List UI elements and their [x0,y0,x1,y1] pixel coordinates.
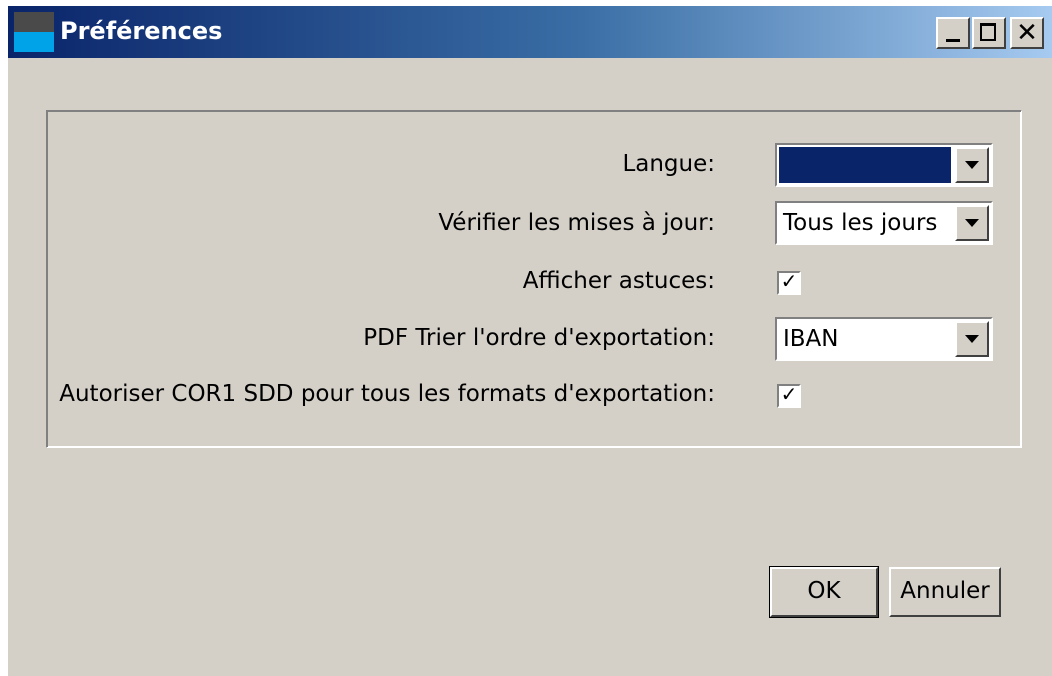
tips-checkbox[interactable]: ✓ [777,269,801,295]
tips-label: Afficher astuces: [522,268,715,294]
cor1-checkbox[interactable]: ✓ [777,382,801,408]
chevron-down-icon [965,335,979,343]
updates-select[interactable]: Tous les jours [775,201,993,245]
pdf-sort-select[interactable]: IBAN [775,317,993,361]
app-icon [14,12,54,52]
updates-label: Vérifier les mises à jour: [438,210,715,236]
updates-select-value: Tous les jours [783,210,938,236]
close-icon: ✕ [1016,18,1038,48]
updates-dropdown-button[interactable] [955,205,989,241]
preferences-dialog: Préférences ✕ Langue: Vérifier les mises… [8,6,1052,676]
cor1-label: Autoriser COR1 SDD pour tous les formats… [59,381,715,407]
minimize-icon [946,39,960,42]
language-select-value [779,147,951,183]
maximize-button[interactable] [972,17,1006,49]
pdf-sort-dropdown-button[interactable] [955,321,989,357]
language-dropdown-button[interactable] [955,147,989,183]
maximize-icon [980,23,996,41]
chevron-down-icon [965,219,979,227]
window-title: Préférences [60,17,223,45]
title-bar[interactable]: Préférences ✕ [8,6,1052,58]
checkmark-icon: ✓ [780,269,798,293]
pdf-sort-select-value: IBAN [783,326,839,352]
language-label: Langue: [622,151,715,177]
cancel-button[interactable]: Annuler [889,567,1001,617]
ok-button[interactable]: OK [769,566,879,618]
pdf-sort-label: PDF Trier l'ordre d'exportation: [363,325,715,351]
checkmark-icon: ✓ [780,382,798,406]
preferences-group: Langue: Vérifier les mises à jour: Tous … [46,110,1022,448]
minimize-button[interactable] [936,17,970,49]
close-button[interactable]: ✕ [1010,17,1044,49]
language-select[interactable] [775,143,993,187]
chevron-down-icon [965,161,979,169]
